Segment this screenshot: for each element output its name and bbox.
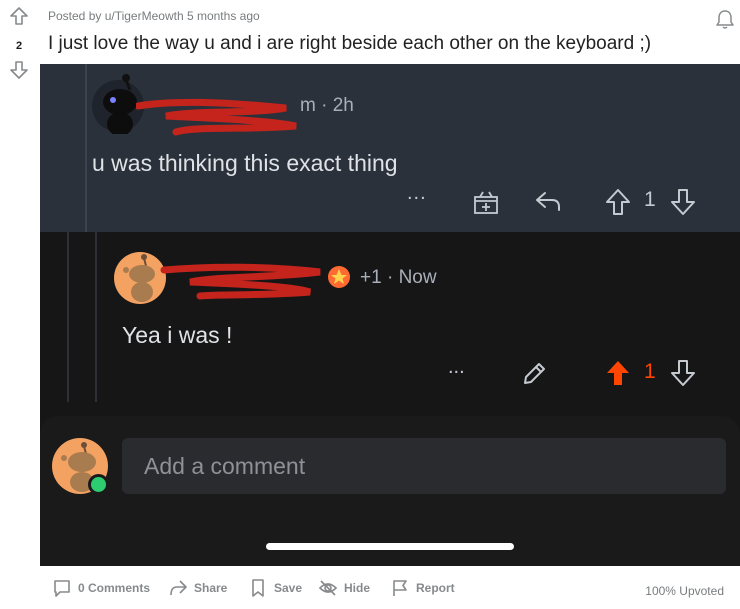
vote-count: 1 <box>644 360 656 383</box>
add-comment-input: Add a comment <box>122 438 726 494</box>
post-meta[interactable]: Posted by u/TigerMeowth 5 months ago <box>48 9 260 23</box>
comment-text: Yea i was ! <box>122 322 233 348</box>
post-score: 2 <box>15 40 23 52</box>
more-options-icon: ... <box>407 182 427 204</box>
reply-icon <box>536 192 560 211</box>
downvote-icon[interactable] <box>9 60 29 80</box>
comments-label: 0 Comments <box>78 581 151 595</box>
save-button[interactable]: Save <box>248 578 302 598</box>
share-icon <box>170 580 187 596</box>
award-gift-icon <box>474 191 498 214</box>
thread-rail <box>95 232 97 402</box>
post-vote-column: 2 <box>0 0 40 609</box>
bookmark-icon <box>252 579 264 597</box>
award-badge-icon <box>328 266 350 288</box>
post-image[interactable]: m · 2h u was thinking this exact thing .… <box>40 64 740 566</box>
downvote-icon <box>671 189 695 215</box>
more-options-icon: ... <box>448 356 465 378</box>
upvote-icon <box>606 189 630 215</box>
thread-rail <box>85 64 87 232</box>
comments-button[interactable]: 0 Comments <box>52 578 150 598</box>
hide-eye-icon <box>318 580 338 596</box>
comment-time: Now <box>398 267 437 288</box>
comment-text: u was thinking this exact thing <box>92 150 398 176</box>
upvote-ratio: 100% Upvoted <box>645 584 724 598</box>
comment-meta: +1 · Now <box>360 267 437 288</box>
comment-meta: m · 2h <box>300 95 354 116</box>
comment-parent: m · 2h u was thinking this exact thing .… <box>40 64 740 232</box>
vote-count: 1 <box>644 188 656 211</box>
online-status-dot <box>88 474 109 495</box>
share-button[interactable]: Share <box>168 578 227 598</box>
edit-pencil-icon <box>524 363 545 384</box>
comment-time: 2h <box>332 95 354 116</box>
hide-label: Hide <box>344 581 371 595</box>
hide-button[interactable]: Hide <box>318 578 370 598</box>
share-label: Share <box>194 581 228 595</box>
post-title[interactable]: I just love the way u and i are right be… <box>48 33 651 55</box>
thread-rail <box>67 232 69 402</box>
redacted-username-scribble <box>136 98 297 136</box>
redacted-username-scribble <box>160 263 321 300</box>
home-indicator-bar <box>266 543 514 550</box>
downvote-icon <box>671 360 695 386</box>
save-label: Save <box>274 581 303 595</box>
post-actions-bar: 0 Comments Share Save Hide Report 100% U… <box>40 566 740 609</box>
upvote-icon[interactable] <box>9 6 29 26</box>
username-fragment: m <box>300 95 316 116</box>
karma-flair: +1 <box>360 267 382 288</box>
comment-icon <box>54 580 70 597</box>
snoo-avatar-orange <box>114 252 166 304</box>
upvote-active-icon <box>607 361 629 385</box>
follow-bell-icon[interactable] <box>714 8 736 30</box>
flag-icon <box>393 580 407 596</box>
comment-composer: Add a comment <box>40 416 740 566</box>
comment-reply: +1 · Now Yea i was ! <box>40 232 740 402</box>
report-label: Report <box>416 581 455 595</box>
report-button[interactable]: Report <box>390 578 455 598</box>
